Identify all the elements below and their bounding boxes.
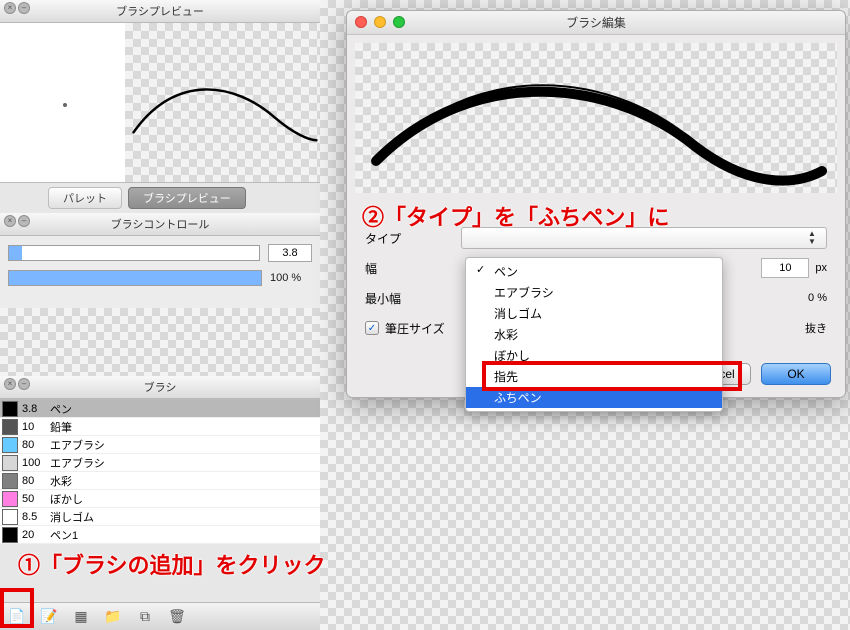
dialog-titlebar[interactable]: ブラシ編集 bbox=[347, 11, 845, 35]
brush-swatch bbox=[2, 455, 18, 471]
brush-swatch bbox=[2, 437, 18, 453]
brush-stroke-preview bbox=[125, 23, 320, 182]
brush-row[interactable]: 8.5 消しゴム bbox=[0, 508, 320, 526]
brush-row[interactable]: 10 鉛筆 bbox=[0, 418, 320, 436]
minimize-icon[interactable]: – bbox=[18, 2, 30, 14]
brush-row[interactable]: 20 ペン1 bbox=[0, 526, 320, 544]
minimize-icon[interactable]: – bbox=[18, 378, 30, 390]
brush-list-label: ブラシ bbox=[144, 382, 177, 394]
trailing-label: 抜き bbox=[805, 320, 827, 336]
trash-icon[interactable]: 🗑 bbox=[168, 608, 186, 626]
pressure-label: 筆圧サイズ bbox=[385, 320, 445, 337]
brush-size: 20 bbox=[22, 529, 50, 541]
brush-swatch bbox=[2, 527, 18, 543]
opacity-value: 100 % bbox=[270, 272, 312, 284]
brush-name: 水彩 bbox=[50, 473, 72, 489]
brush-size: 80 bbox=[22, 439, 50, 451]
brush-swatch bbox=[2, 473, 18, 489]
folder-icon[interactable]: 📁 bbox=[104, 608, 122, 626]
pressure-checkbox[interactable]: ✓ bbox=[365, 321, 379, 335]
dropdown-item[interactable]: ペン bbox=[466, 261, 722, 282]
dropdown-item[interactable]: 水彩 bbox=[466, 324, 722, 345]
zoom-icon[interactable] bbox=[393, 16, 405, 28]
brush-size: 3.8 bbox=[22, 403, 50, 415]
spacer-checker bbox=[0, 308, 320, 376]
size-slider[interactable] bbox=[8, 245, 260, 261]
brush-list-title: ×– ブラシ bbox=[0, 376, 320, 399]
close-icon[interactable]: × bbox=[4, 378, 16, 390]
brush-preview-label: ブラシプレビュー bbox=[116, 6, 204, 18]
dialog-title: ブラシ編集 bbox=[347, 14, 845, 31]
brush-swatch bbox=[2, 509, 18, 525]
close-icon[interactable]: × bbox=[4, 2, 16, 14]
brush-row[interactable]: 50 ぼかし bbox=[0, 490, 320, 508]
brush-size: 10 bbox=[22, 421, 50, 433]
brush-size: 8.5 bbox=[22, 511, 50, 523]
brush-swatch bbox=[2, 419, 18, 435]
dialog-preview bbox=[355, 43, 837, 193]
brush-row[interactable]: 80 エアブラシ bbox=[0, 436, 320, 454]
brush-name: 鉛筆 bbox=[50, 419, 72, 435]
brush-preview-title: ×– ブラシプレビュー bbox=[0, 0, 320, 23]
brush-name: ペン bbox=[50, 401, 72, 417]
brush-toolbar: 📄 📝 ▦ 📁 ⧉ 🗑 bbox=[0, 602, 320, 630]
opacity-slider[interactable] bbox=[8, 270, 262, 286]
duplicate-brush-icon[interactable]: 📝 bbox=[40, 608, 58, 626]
opacity-slider-row: 100 % bbox=[8, 270, 312, 286]
brush-size: 80 bbox=[22, 475, 50, 487]
brush-row[interactable]: 80 水彩 bbox=[0, 472, 320, 490]
tab-strip: パレット ブラシプレビュー bbox=[0, 183, 320, 213]
brush-name: ペン1 bbox=[50, 527, 78, 543]
dropdown-item[interactable]: 消しゴム bbox=[466, 303, 722, 324]
width-unit: px bbox=[815, 262, 827, 274]
type-label: タイプ bbox=[365, 230, 461, 247]
size-slider-row: 3.8 bbox=[8, 244, 312, 262]
ok-button[interactable]: OK bbox=[761, 363, 831, 385]
callout-1: ①「ブラシの追加」をクリック bbox=[18, 548, 326, 580]
brush-swatch bbox=[2, 491, 18, 507]
close-icon[interactable] bbox=[355, 16, 367, 28]
brush-name: エアブラシ bbox=[50, 455, 105, 471]
tab-brush-preview[interactable]: ブラシプレビュー bbox=[128, 187, 246, 209]
brush-row[interactable]: 3.8 ペン bbox=[0, 400, 320, 418]
minimize-icon[interactable]: – bbox=[18, 215, 30, 227]
width-label: 幅 bbox=[365, 260, 461, 277]
callout-2: ②「タイプ」を「ふちペン」に bbox=[362, 200, 669, 232]
minwidth-value: 0 % bbox=[808, 292, 827, 304]
brush-name: 消しゴム bbox=[50, 509, 94, 525]
dropdown-item[interactable]: エアブラシ bbox=[466, 282, 722, 303]
close-icon[interactable]: × bbox=[4, 215, 16, 227]
brush-control-label: ブラシコントロール bbox=[111, 219, 210, 231]
brush-size: 100 bbox=[22, 457, 50, 469]
width-field[interactable] bbox=[761, 258, 809, 278]
size-value[interactable]: 3.8 bbox=[268, 244, 312, 262]
brush-name: ぼかし bbox=[50, 491, 83, 507]
texture-icon[interactable]: ▦ bbox=[72, 608, 90, 626]
brush-swatch bbox=[2, 401, 18, 417]
brush-list: 3.8 ペン 10 鉛筆 80 エアブラシ 100 エアブラシ 80 水彩 50… bbox=[0, 399, 320, 544]
brush-control-title: ×– ブラシコントロール bbox=[0, 213, 320, 236]
tab-palette[interactable]: パレット bbox=[48, 187, 122, 209]
brush-dab-preview bbox=[0, 23, 125, 182]
brush-size: 50 bbox=[22, 493, 50, 505]
minwidth-label: 最小幅 bbox=[365, 290, 461, 307]
brush-row[interactable]: 100 エアブラシ bbox=[0, 454, 320, 472]
highlight-box-dropdown bbox=[482, 361, 742, 391]
minimize-icon[interactable] bbox=[374, 16, 386, 28]
brush-control-body: 3.8 100 % bbox=[0, 236, 320, 308]
copy-icon[interactable]: ⧉ bbox=[136, 608, 154, 626]
left-column: ×– ブラシプレビュー パレット ブラシプレビュー ×– ブラシコントロール 3… bbox=[0, 0, 320, 630]
brush-preview-area bbox=[0, 23, 320, 183]
brush-name: エアブラシ bbox=[50, 437, 105, 453]
highlight-box-add-brush bbox=[0, 588, 34, 628]
